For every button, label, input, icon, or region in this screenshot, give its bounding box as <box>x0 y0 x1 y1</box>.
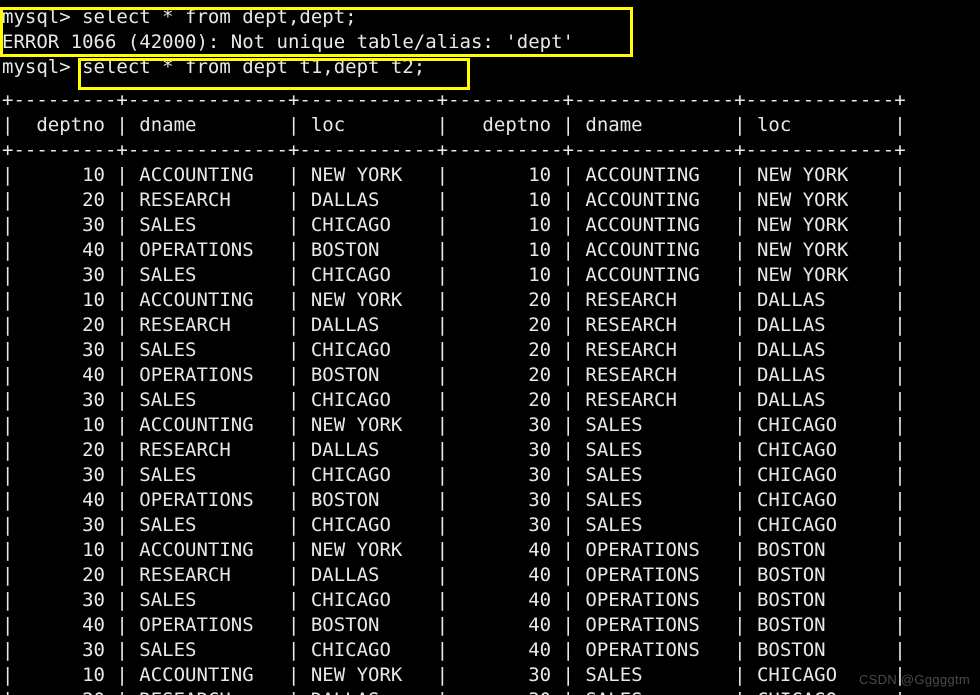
table-row: | 10 | ACCOUNTING | NEW YORK | 30 | SALE… <box>2 414 906 436</box>
table-row: | 40 | OPERATIONS | BOSTON | 30 | SALES … <box>2 489 906 511</box>
table-row: | 10 | ACCOUNTING | NEW YORK | 20 | RESE… <box>2 289 906 311</box>
command-line-first-query: mysql> select * from dept,dept; <box>2 6 357 28</box>
terminal-window[interactable]: mysql> select * from dept,dept; ERROR 10… <box>0 0 980 695</box>
command-history: mysql> select * from dept,dept; ERROR 10… <box>0 5 980 80</box>
table-row: | 20 | RESEARCH | DALLAS | 20 | RESEARCH… <box>2 314 906 336</box>
table-row: | 20 | RESEARCH | DALLAS | 30 | SALES | … <box>0 688 980 695</box>
table-row: | 40 | OPERATIONS | BOSTON | 40 | OPERAT… <box>2 614 906 636</box>
table-row: | 20 | RESEARCH | DALLAS | 40 | OPERATIO… <box>2 564 906 586</box>
table-border-top: +---------+--------------+------------+-… <box>2 89 906 111</box>
query-result-table: +---------+--------------+------------+-… <box>0 88 980 695</box>
table-row: | 10 | ACCOUNTING | NEW YORK | 40 | OPER… <box>2 539 906 561</box>
table-row: | 30 | SALES | CHICAGO | 30 | SALES | CH… <box>2 514 906 536</box>
command-line-second-query: mysql> select * from dept t1,dept t2; <box>2 56 426 78</box>
table-row: | 30 | SALES | CHICAGO | 10 | ACCOUNTING… <box>2 214 906 236</box>
table-row: | 10 | ACCOUNTING | NEW YORK | 30 | SALE… <box>2 664 906 686</box>
table-row: | 20 | RESEARCH | DALLAS | 30 | SALES | … <box>2 439 906 461</box>
table-row: | 30 | SALES | CHICAGO | 40 | OPERATIONS… <box>2 639 906 661</box>
table-header-row: | deptno | dname | loc | deptno | dname … <box>2 114 906 136</box>
table-row: | 40 | OPERATIONS | BOSTON | 20 | RESEAR… <box>2 364 906 386</box>
table-row: | 20 | RESEARCH | DALLAS | 10 | ACCOUNTI… <box>2 189 906 211</box>
table-row: | 30 | SALES | CHICAGO | 20 | RESEARCH |… <box>2 389 906 411</box>
table-row: | 30 | SALES | CHICAGO | 40 | OPERATIONS… <box>2 589 906 611</box>
table-row: | 30 | SALES | CHICAGO | 10 | ACCOUNTING… <box>2 264 906 286</box>
table-row: | 10 | ACCOUNTING | NEW YORK | 10 | ACCO… <box>2 164 906 186</box>
table-border-header: +---------+--------------+------------+-… <box>2 139 906 161</box>
table-row: | 30 | SALES | CHICAGO | 20 | RESEARCH |… <box>2 339 906 361</box>
table-row: | 30 | SALES | CHICAGO | 30 | SALES | CH… <box>2 464 906 486</box>
error-message-line: ERROR 1066 (42000): Not unique table/ali… <box>2 31 574 53</box>
watermark-label: CSDN @Gggggtm <box>858 672 970 687</box>
table-row: | 40 | OPERATIONS | BOSTON | 10 | ACCOUN… <box>2 239 906 261</box>
